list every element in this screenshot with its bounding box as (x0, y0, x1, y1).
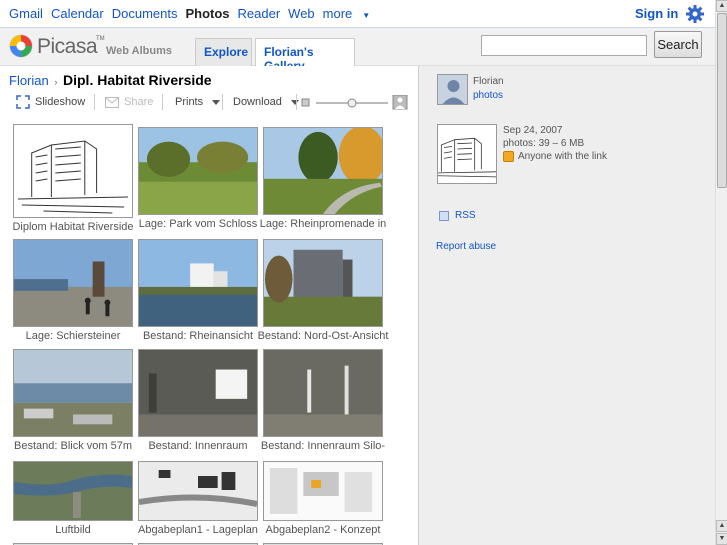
chevron-down-icon: ▼ (362, 11, 371, 20)
share-label: Share (124, 96, 154, 108)
search-button[interactable]: Search (654, 31, 702, 58)
google-bar-links: Gmail Calendar Documents Photos Reader W… (9, 6, 386, 21)
scroll-up-arrow-icon[interactable]: ▲ (716, 520, 727, 532)
photo-caption[interactable]: Bestand: Blick vom 57m (7, 440, 139, 452)
tab-explore[interactable]: Explore (195, 38, 252, 67)
photo-image[interactable] (13, 239, 133, 327)
photo-image[interactable] (138, 349, 258, 437)
photo-caption[interactable]: Diplom Habitat Riverside (7, 221, 139, 233)
picasa-header: Picasa TM Web Albums Explore Florian's G… (0, 27, 715, 73)
rss-link[interactable]: RSS (439, 210, 476, 221)
breadcrumb-owner-link[interactable]: Florian (9, 73, 49, 88)
rss-label: RSS (455, 210, 476, 221)
scroll-down-arrow-icon[interactable]: ▼ (716, 533, 727, 545)
rss-icon (439, 210, 449, 221)
photo-caption[interactable]: Bestand: Innenraum Silo- (257, 440, 389, 452)
gbar-link-web[interactable]: Web (288, 6, 315, 21)
person-silhouette-icon (438, 75, 467, 104)
scrollbar-thumb[interactable] (717, 13, 727, 188)
photo-caption[interactable]: Abgabeplan2 - Konzept (257, 524, 389, 536)
photo-image[interactable] (263, 239, 383, 327)
gbar-link-photos[interactable]: Photos (185, 6, 229, 21)
avatar[interactable] (437, 74, 468, 105)
photo-image[interactable] (138, 461, 258, 521)
album-sidebar: Florian photos Sep 24, 2007 photos: 39 –… (418, 66, 715, 545)
share-button[interactable]: Share (105, 93, 153, 111)
photo-image[interactable] (13, 124, 133, 218)
tab-florians-gallery[interactable]: Florian's Gallery (255, 38, 355, 73)
album-cover-image (437, 124, 497, 184)
photo-caption[interactable]: Lage: Rheinpromenade in (257, 218, 389, 230)
photo-caption[interactable]: Bestand: Innenraum (132, 440, 264, 452)
photo-image[interactable] (13, 349, 133, 437)
owner-name: Florian (473, 76, 504, 87)
page-scrollbar[interactable]: ▲ ▲ ▼ (715, 0, 727, 545)
envelope-icon (105, 96, 119, 108)
album-visibility: Anyone with the link (503, 151, 607, 162)
scroll-up-arrow-icon[interactable]: ▲ (716, 0, 727, 12)
toolbar-divider (222, 94, 223, 110)
gbar-link-documents[interactable]: Documents (112, 6, 178, 21)
gbar-link-gmail[interactable]: Gmail (9, 6, 43, 21)
gear-icon[interactable] (686, 5, 704, 23)
breadcrumb-separator: › (54, 77, 58, 87)
gbar-link-calendar[interactable]: Calendar (51, 6, 104, 21)
slider-handle (347, 98, 357, 108)
gbar-more-label: more (322, 6, 353, 21)
photo-caption[interactable]: Bestand: Rheinansicht (132, 330, 264, 342)
album-main: Florian › Dipl. Habitat Riverside Slides… (0, 66, 418, 545)
picasa-logo-subtitle: Web Albums (106, 45, 173, 57)
prints-label: Prints (175, 96, 204, 108)
toolbar-divider (296, 94, 297, 110)
album-photo-count: photos: 39 – 6 MB (503, 138, 585, 149)
prints-button[interactable]: Prints (175, 93, 221, 111)
photo-image[interactable] (138, 239, 258, 327)
picasa-logo-tm: TM (96, 36, 105, 42)
google-bar: Gmail Calendar Documents Photos Reader W… (0, 0, 715, 27)
photo-caption[interactable]: Lage: Schiersteiner (7, 330, 139, 342)
sketch-drawing (438, 125, 496, 183)
album-date: Sep 24, 2007 (503, 125, 563, 136)
breadcrumb: Florian › Dipl. Habitat Riverside (9, 72, 212, 88)
slideshow-label: Slideshow (35, 96, 86, 108)
download-label: Download (233, 96, 282, 108)
small-thumb-icon (301, 98, 310, 107)
photo-image[interactable] (138, 127, 258, 215)
album-visibility-label: Anyone with the link (518, 151, 607, 162)
photo-caption[interactable]: Lage: Park vom Schloss (132, 218, 264, 230)
picasa-logo-text: Picasa (37, 35, 98, 58)
thumbnail-size-slider[interactable] (300, 95, 410, 111)
photo-image[interactable] (263, 461, 383, 521)
photo-caption[interactable]: Bestand: Nord-Ost-Ansicht (257, 330, 389, 342)
photo-caption[interactable]: Luftbild (7, 524, 139, 536)
photo-image[interactable] (263, 127, 383, 215)
picasa-logo-icon[interactable] (9, 34, 33, 58)
chevron-down-icon (212, 99, 221, 105)
slideshow-button[interactable]: Slideshow (16, 93, 85, 111)
link-access-icon (503, 151, 514, 162)
photo-caption[interactable]: Abgabeplan1 - Lageplan (132, 524, 264, 536)
search-input[interactable] (481, 35, 647, 56)
page-title: Dipl. Habitat Riverside (63, 72, 212, 88)
album-toolbar: Slideshow Share Prints Download (0, 93, 418, 113)
report-abuse-link[interactable]: Report abuse (436, 241, 496, 252)
download-button[interactable]: Download (233, 93, 299, 111)
slideshow-icon (16, 95, 30, 109)
photo-image[interactable] (13, 461, 133, 521)
toolbar-divider (94, 94, 95, 110)
toolbar-divider (162, 94, 163, 110)
gbar-link-more[interactable]: more ▼ (323, 6, 379, 21)
owner-photos-link[interactable]: photos (473, 90, 503, 101)
gbar-link-reader[interactable]: Reader (238, 6, 281, 21)
photo-image[interactable] (263, 349, 383, 437)
sign-in-link[interactable]: Sign in (635, 6, 678, 21)
chevron-down-icon (290, 99, 299, 105)
